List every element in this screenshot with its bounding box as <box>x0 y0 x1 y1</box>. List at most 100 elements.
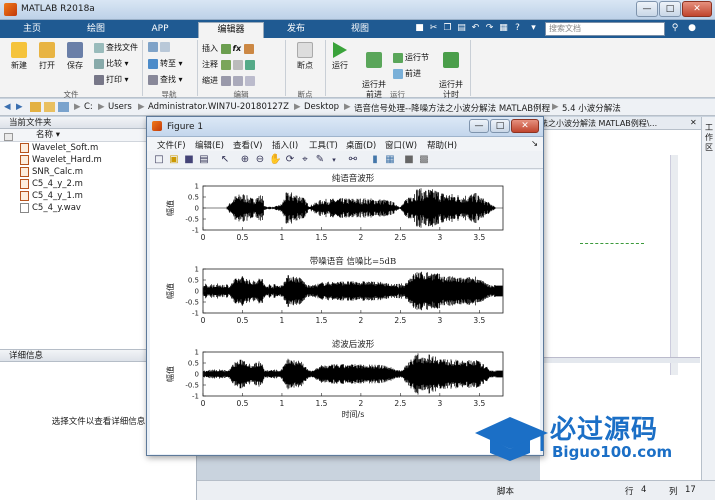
tab-publish[interactable]: 发布 <box>270 22 322 38</box>
run-section-button[interactable]: 运行节 <box>393 52 429 63</box>
path-separator-icon: ▶ <box>74 102 81 112</box>
tab-view[interactable]: 视图 <box>334 22 386 38</box>
find-files-button[interactable]: 查找文件 <box>94 42 138 53</box>
indent-icon <box>220 75 231 86</box>
back-forward-buttons[interactable] <box>148 42 172 52</box>
figure-toolbar: □ ▣ ■ ▤ ↖ ⊕ ⊖ ✋ ⟳ ⌖ ✎ ▾ ⚯ ▮ ▦ ■ ▩ <box>147 151 543 169</box>
compare-button[interactable]: 比较 ▾ <box>94 58 129 69</box>
group-label-breakpoints: 断点 <box>297 90 313 99</box>
close-button[interactable]: ✕ <box>682 1 712 17</box>
figure-close-button[interactable]: ✕ <box>511 119 539 133</box>
menu-insert[interactable]: 插入(I) <box>272 139 298 151</box>
show-tools-icon[interactable]: ▩ <box>418 154 430 166</box>
zoom-out-icon[interactable]: ⊖ <box>254 154 266 166</box>
community-icon[interactable]: ● <box>686 23 698 34</box>
panel-splitter[interactable] <box>540 357 700 363</box>
menu-window[interactable]: 窗口(W) <box>385 139 417 151</box>
brush-dropdown-icon[interactable]: ▾ <box>328 154 340 166</box>
x-tick-label: 3 <box>437 316 442 325</box>
separator <box>142 40 143 96</box>
menu-desktop[interactable]: 桌面(D) <box>346 139 376 151</box>
maximize-button[interactable]: □ <box>659 1 681 17</box>
save-button[interactable]: 保存 <box>58 42 92 71</box>
colorbar-icon[interactable]: ▮ <box>369 154 381 166</box>
tab-home[interactable]: 主页 <box>6 22 58 38</box>
run-icon <box>333 42 347 58</box>
search-folder-icon[interactable] <box>58 102 69 112</box>
dropdown-icon[interactable]: ▾ <box>528 23 539 34</box>
search-icon[interactable]: ⚲ <box>668 23 682 34</box>
ribbon: 新建 打开 保存 查找文件 比较 ▾ 打印 ▾ 文件 转至 ▾ 查找 ▾ 导航 … <box>0 38 715 99</box>
folder-icon <box>39 42 55 58</box>
tab-plots[interactable]: 绘图 <box>70 22 122 38</box>
menu-view[interactable]: 查看(V) <box>233 139 262 151</box>
menu-file[interactable]: 文件(F) <box>157 139 186 151</box>
figure-maximize-button[interactable]: □ <box>490 119 510 133</box>
insert-button[interactable]: 插入 fx <box>202 43 256 54</box>
figure-minimize-button[interactable]: — <box>469 119 489 133</box>
comment-button[interactable]: 注释 <box>202 59 257 70</box>
brush-icon[interactable]: ✎ <box>314 154 326 166</box>
redo-icon[interactable]: ↷ <box>484 23 495 34</box>
help-icon[interactable]: ? <box>512 23 523 34</box>
m-file-icon <box>20 143 29 153</box>
pan-icon[interactable]: ✋ <box>269 154 281 166</box>
copy-icon[interactable]: ❐ <box>442 23 453 34</box>
zoom-in-icon[interactable]: ⊕ <box>239 154 251 166</box>
breakpoints-button[interactable]: 断点 <box>288 42 322 71</box>
undo-icon[interactable]: ↶ <box>470 23 481 34</box>
print-button[interactable]: 打印 ▾ <box>94 74 129 85</box>
open-file-icon[interactable]: ▣ <box>168 154 180 166</box>
indent-button[interactable]: 缩进 <box>202 75 257 86</box>
path-segment[interactable]: Desktop <box>304 102 339 112</box>
print-figure-icon[interactable]: ▤ <box>198 154 210 166</box>
hide-tools-icon[interactable]: ■ <box>403 154 415 166</box>
path-segment[interactable]: C: <box>84 102 93 112</box>
find-button[interactable]: 查找 ▾ <box>148 74 183 85</box>
advance-button[interactable]: 前进 <box>393 68 421 79</box>
expand-icon[interactable] <box>4 133 13 141</box>
editor-scrollbar[interactable] <box>670 155 678 375</box>
search-input[interactable]: 搜索文档 <box>545 22 665 36</box>
tab-apps[interactable]: APP <box>134 22 186 38</box>
tab-editor[interactable]: 编辑器 <box>198 22 264 38</box>
data-cursor-icon[interactable]: ⌖ <box>299 154 311 166</box>
rotate-icon[interactable]: ⟳ <box>284 154 296 166</box>
new-figure-icon[interactable]: □ <box>153 154 165 166</box>
goto-icon <box>148 58 158 69</box>
forward-icon[interactable]: ▶ <box>16 102 23 112</box>
group-label-navigate: 导航 <box>161 90 177 99</box>
x-tick-label: 2.5 <box>394 399 406 408</box>
menu-help[interactable]: 帮助(H) <box>427 139 457 151</box>
folder-up-icon[interactable] <box>30 102 41 112</box>
y-tick-label: 0 <box>195 371 199 379</box>
y-tick-label: 1 <box>195 266 199 274</box>
minimize-button[interactable]: — <box>636 1 658 17</box>
path-segment[interactable]: Administrator.WIN7U-20180127Z <box>148 102 289 112</box>
back-icon[interactable]: ◀ <box>4 102 11 112</box>
path-segment[interactable]: 语音信号处理--降噪方法之小波分解法 MATLAB例程 <box>354 102 550 114</box>
path-segment[interactable]: 5.4 小波分解法 <box>562 102 621 114</box>
editor-tab[interactable]: 法之小波分解法 MATLAB例程\... <box>540 118 688 130</box>
paste-icon[interactable]: ▤ <box>456 23 467 34</box>
close-tab-icon[interactable]: ✕ <box>690 118 697 127</box>
cut-icon[interactable]: ✂ <box>428 23 439 34</box>
title-bar: MATLAB R2018a — □ ✕ <box>0 0 715 20</box>
save-figure-icon[interactable]: ■ <box>183 154 195 166</box>
menu-dock-icon[interactable]: ↘ <box>531 139 538 149</box>
goto-button[interactable]: 转至 ▾ <box>148 58 183 69</box>
menu-edit[interactable]: 编辑(E) <box>195 139 224 151</box>
browse-folder-icon[interactable] <box>44 102 55 112</box>
path-segment[interactable]: Users <box>108 102 132 112</box>
status-bar: 脚本 行 4 列 17 <box>197 480 715 500</box>
save-quick-icon[interactable]: ■ <box>414 23 425 34</box>
menu-tools[interactable]: 工具(T) <box>309 139 338 151</box>
legend-icon[interactable]: ▦ <box>384 154 396 166</box>
edit-plot-icon[interactable]: ↖ <box>219 154 231 166</box>
x-tick-label: 1 <box>280 233 285 242</box>
run-button[interactable]: 运行 <box>323 42 357 71</box>
switch-windows-icon[interactable]: ▦ <box>498 23 509 34</box>
status-row-label: 行 <box>625 487 634 497</box>
m-file-icon <box>20 179 29 189</box>
link-plot-icon[interactable]: ⚯ <box>347 154 359 166</box>
